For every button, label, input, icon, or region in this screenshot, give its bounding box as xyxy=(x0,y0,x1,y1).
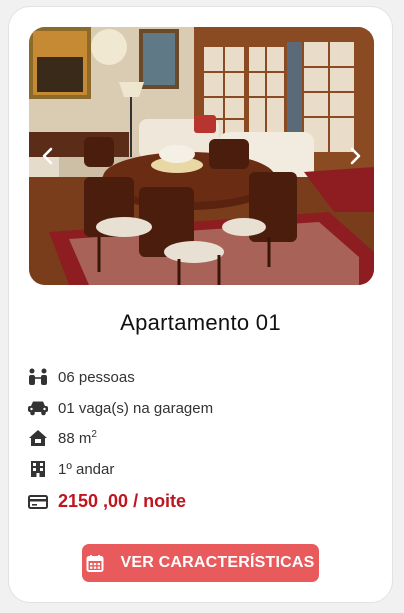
people-icon xyxy=(27,367,49,387)
calendar-icon xyxy=(86,553,106,573)
apartment-photo xyxy=(29,27,374,285)
gallery-prev-button[interactable] xyxy=(37,145,59,167)
gallery-next-button[interactable] xyxy=(344,145,366,167)
house-area-icon xyxy=(27,428,49,448)
feature-parking: 01 vaga(s) na garagem xyxy=(27,398,213,418)
price: 2150 ,00 / noite xyxy=(27,491,186,512)
car-icon xyxy=(27,398,49,418)
room-image xyxy=(29,27,374,285)
view-features-label: VER CARACTERÍSTICAS xyxy=(120,554,315,571)
view-features-button[interactable]: VER CARACTERÍSTICAS xyxy=(82,544,319,582)
feature-area: 88 m2 xyxy=(27,428,97,448)
chevron-right-icon xyxy=(350,147,361,165)
feature-floor: 1º andar xyxy=(27,459,114,479)
feature-guests: 06 pessoas xyxy=(27,367,135,387)
apartment-card: Apartamento 01 06 pessoas 01 vaga(s) na … xyxy=(8,6,393,603)
chevron-left-icon xyxy=(42,147,53,165)
area-value: 88 m2 xyxy=(58,429,97,447)
credit-card-icon xyxy=(27,492,49,512)
building-icon xyxy=(27,459,49,479)
apartment-title: Apartamento 01 xyxy=(120,310,281,335)
